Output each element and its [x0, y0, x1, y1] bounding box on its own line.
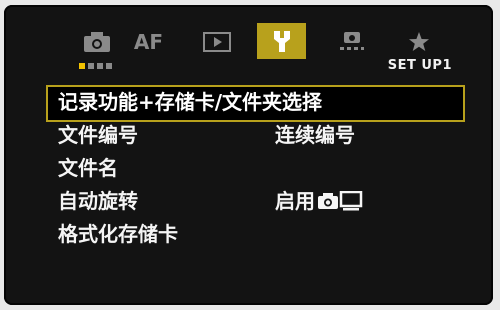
menu-item-value-text: 启用 [275, 189, 315, 213]
tab-setup[interactable] [257, 23, 306, 59]
menu-item-file-name[interactable]: 文件名 [48, 153, 463, 186]
playback-icon [202, 32, 231, 52]
camera-icon [318, 193, 338, 209]
page-dot [97, 63, 103, 69]
tab-my-menu[interactable] [394, 26, 443, 58]
tab-subheader: SET UP1 [64, 58, 454, 74]
menu-item-value-text: 连续编号 [275, 123, 355, 147]
page-dot [79, 63, 85, 69]
menu-item-label: 文件编号 [58, 123, 138, 147]
menu-list: 记录功能+存储卡/文件夹选择 文件编号 连续编号 文件名 自动旋转 启用 格式化… [48, 87, 463, 252]
camera-icon [83, 32, 110, 52]
menu-item-file-numbering[interactable]: 文件编号 连续编号 [48, 120, 463, 153]
section-title: SET UP1 [387, 58, 452, 73]
tab-shooting[interactable] [72, 26, 121, 58]
menu-item-value: 连续编号 [275, 123, 355, 147]
monitor-icon [339, 191, 363, 211]
menu-item-label: 记录功能+存储卡/文件夹选择 [58, 90, 323, 114]
menu-item-label: 自动旋转 [58, 189, 138, 213]
menu-item-label: 文件名 [58, 156, 118, 180]
menu-item-record-func-card-folder[interactable]: 记录功能+存储卡/文件夹选择 [48, 87, 463, 120]
tab-playback[interactable] [192, 26, 241, 58]
page-dot [88, 63, 94, 69]
tab-af-label: AF [133, 30, 164, 54]
menu-item-value: 启用 [275, 189, 363, 213]
camera-menu-screen: AF SET UP1 记录功能+存储卡/文件夹选择 文件编号 连续编号 文件名 … [4, 5, 493, 305]
wrench-icon [273, 31, 290, 52]
custom-functions-icon [339, 32, 364, 50]
menu-item-label: 格式化存储卡 [58, 222, 178, 246]
star-icon [408, 32, 429, 51]
page-indicator [79, 63, 112, 69]
page-dot [106, 63, 112, 69]
menu-tab-bar: AF [72, 23, 452, 59]
tab-af[interactable]: AF [124, 26, 173, 58]
tab-custom-functions[interactable] [327, 26, 376, 58]
menu-item-auto-rotate[interactable]: 自动旋转 启用 [48, 186, 463, 219]
menu-item-format-card[interactable]: 格式化存储卡 [48, 219, 463, 252]
